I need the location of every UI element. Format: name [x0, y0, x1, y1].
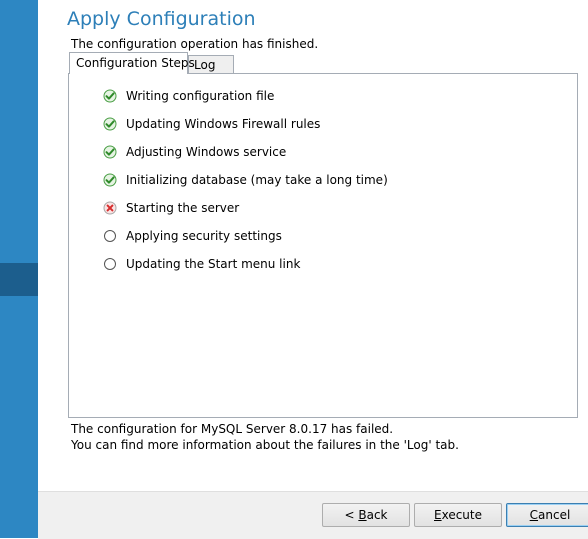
pending-circle-icon [103, 229, 117, 243]
error-icon [103, 201, 117, 215]
step-writing-configuration-file: Writing configuration file [103, 88, 274, 104]
step-label: Initializing database (may take a long t… [126, 173, 388, 187]
configuration-steps-panel: Writing configuration file Updating Wind… [68, 73, 578, 418]
step-label: Updating Windows Firewall rules [126, 117, 321, 131]
step-applying-security-settings: Applying security settings [103, 228, 282, 244]
execute-button[interactable]: Execute [414, 503, 502, 527]
page-title: Apply Configuration [67, 8, 256, 30]
check-icon [103, 145, 117, 159]
wizard-sidebar [0, 0, 38, 538]
back-label-rest: ack [366, 508, 388, 522]
execute-mnemonic: E [434, 508, 442, 522]
step-label: Updating the Start menu link [126, 257, 301, 271]
cancel-label-rest: ancel [538, 508, 571, 522]
step-starting-the-server: Starting the server [103, 200, 239, 216]
tab-configuration-steps[interactable]: Configuration Steps [69, 52, 195, 74]
back-mnemonic: B [358, 508, 367, 522]
step-updating-start-menu-link: Updating the Start menu link [103, 256, 300, 272]
step-adjusting-windows-service: Adjusting Windows service [103, 144, 286, 160]
step-label: Applying security settings [126, 229, 282, 243]
tab-log[interactable]: Log [188, 55, 234, 73]
pending-circle-icon [103, 257, 117, 271]
step-initializing-database: Initializing database (may take a long t… [103, 172, 388, 188]
check-icon [103, 89, 117, 103]
check-icon [103, 173, 117, 187]
execute-label-rest: xecute [441, 508, 482, 522]
cancel-mnemonic: C [529, 508, 539, 522]
back-prefix: < [344, 508, 359, 522]
failure-message: The configuration for MySQL Server 8.0.1… [71, 422, 394, 436]
step-updating-firewall-rules: Updating Windows Firewall rules [103, 116, 320, 132]
sidebar-selected-item[interactable] [0, 263, 38, 296]
step-label: Writing configuration file [126, 89, 275, 103]
cancel-button[interactable]: Cancel [506, 503, 588, 527]
log-hint-message: You can find more information about the … [71, 438, 459, 452]
check-icon [103, 117, 117, 131]
back-button[interactable]: < Back [322, 503, 410, 527]
step-label: Adjusting Windows service [126, 145, 287, 159]
step-label: Starting the server [126, 201, 240, 215]
page-subtitle: The configuration operation has finished… [71, 37, 319, 51]
